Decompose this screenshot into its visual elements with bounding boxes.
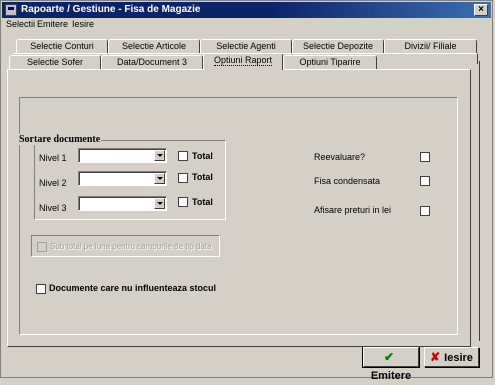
menu-iesire[interactable]: Iesire — [72, 19, 94, 29]
documente-checkbox[interactable] — [36, 284, 46, 294]
chevron-down-icon[interactable] — [154, 198, 165, 209]
fisa-condensata-label: Fisa condensata — [314, 176, 381, 186]
reevaluare-checkbox[interactable] — [420, 152, 430, 162]
nivel-1-total-checkbox[interactable] — [178, 151, 188, 161]
nivel-1-total-label: Total — [192, 151, 213, 161]
nivel-2-total-label: Total — [192, 172, 213, 182]
reevaluare-label: Reevaluare? — [314, 152, 366, 162]
main-window: Rapoarte / Gestiune - Fisa de Magazie × … — [0, 0, 493, 382]
close-icon: × — [478, 4, 484, 15]
iesire-button[interactable]: ✘ Iesire — [424, 347, 479, 367]
tab-optiuni-raport[interactable]: Optiuni Raport — [203, 53, 283, 70]
nivel-3-select[interactable] — [78, 196, 167, 211]
close-button[interactable]: × — [474, 4, 488, 16]
tab-selectie-conturi[interactable]: Selectie Conturi — [16, 39, 108, 54]
tab-selectie-articole[interactable]: Selectie Articole — [108, 39, 200, 54]
nivel-2-select[interactable] — [78, 171, 167, 186]
afisare-preturi-checkbox[interactable] — [420, 206, 430, 216]
tab-page-optiuni-raport: Sortare documente Nivel 1 Total Nivel 2 … — [7, 69, 471, 347]
tab-divizii-filiale[interactable]: Divizii/ Filiale — [384, 39, 477, 54]
menu-selectii[interactable]: Selectii — [6, 19, 35, 29]
menu-emitere[interactable]: Emitere — [37, 19, 68, 29]
tab-selectie-agenti[interactable]: Selectie Agenti — [200, 39, 292, 54]
title-bar[interactable]: Rapoarte / Gestiune - Fisa de Magazie × — [2, 2, 491, 18]
app-icon — [5, 4, 17, 16]
afisare-preturi-label: Afisare preturi in lei — [314, 205, 392, 215]
nivel-2-label: Nivel 2 — [39, 178, 67, 188]
subtotal-checkbox[interactable] — [37, 242, 47, 252]
subtotal-label: Sub total pe luna pentru campurile de ti… — [50, 242, 212, 251]
documente-label: Documente care nu influenteaza stocul — [49, 283, 217, 293]
tab-selectie-depozite[interactable]: Selectie Depozite — [292, 39, 384, 54]
chevron-down-icon[interactable] — [154, 173, 165, 184]
emitere-button[interactable]: ✔Emitere — [362, 346, 420, 382]
checkmark-icon: ✔ — [383, 350, 395, 364]
nivel-1-select[interactable] — [78, 148, 167, 163]
sortare-documente-title: Sortare documente — [18, 134, 102, 145]
nivel-3-total-label: Total — [192, 197, 213, 207]
nivel-3-label: Nivel 3 — [39, 203, 67, 213]
fisa-condensata-checkbox[interactable] — [420, 176, 430, 186]
nivel-3-total-checkbox[interactable] — [178, 197, 188, 207]
chevron-down-icon[interactable] — [154, 150, 165, 161]
window-title: Rapoarte / Gestiune - Fisa de Magazie — [21, 4, 201, 15]
menu-bar: Selectii Emitere Iesire — [2, 18, 491, 32]
tab-page-back-edge — [471, 61, 480, 341]
close-x-icon: ✘ — [430, 350, 441, 364]
nivel-1-label: Nivel 1 — [39, 153, 67, 163]
nivel-2-total-checkbox[interactable] — [178, 173, 188, 183]
